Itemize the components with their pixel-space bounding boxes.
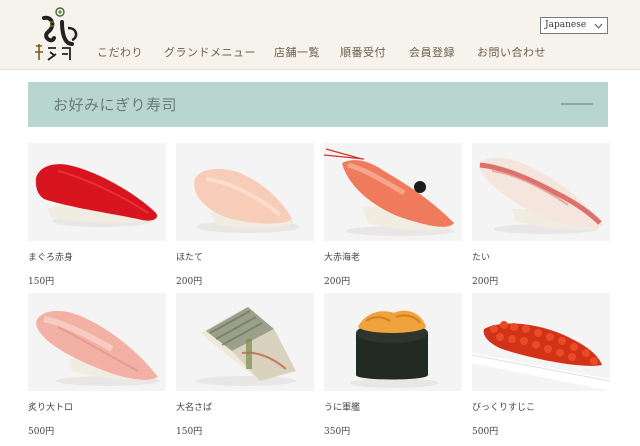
- hotate-photo: [176, 143, 314, 241]
- uni-gunkan-photo: [324, 293, 462, 391]
- menu-item-name: まぐろ赤身: [28, 253, 74, 263]
- menu-item[interactable]: 大赤海老 200円: [324, 143, 462, 287]
- tai-photo: [472, 143, 610, 241]
- nav-item-grand-menu[interactable]: グランドメニュー: [164, 44, 256, 60]
- menu-item-name: 大赤海老: [324, 253, 361, 263]
- nav-item-contact[interactable]: お問い合わせ: [477, 44, 546, 60]
- daimyo-saba-photo: [176, 293, 314, 391]
- menu-item-name: ほたて: [176, 253, 204, 263]
- menu-item-name: たい: [472, 253, 491, 263]
- menu-item[interactable]: たい 200円: [472, 143, 610, 287]
- menu-item-name: うに軍艦: [324, 403, 361, 413]
- language-select[interactable]: Japanese: [540, 17, 608, 34]
- section-banner: お好みにぎり寿司: [28, 82, 608, 127]
- menu-item-price: 200円: [176, 277, 203, 287]
- menu-item-name: 炙り大トロ: [28, 403, 74, 413]
- chevron-down-icon: [594, 21, 603, 29]
- menu-item-price: 350円: [324, 427, 351, 437]
- aburi-ootoro-photo: [28, 293, 166, 391]
- nav-item-store-list[interactable]: 店舗一覧: [274, 44, 320, 60]
- maguro-akami-photo: [28, 143, 166, 241]
- nav-item-member-registration[interactable]: 会員登録: [409, 44, 455, 60]
- menu-item[interactable]: びっくりすじこ 500円: [472, 293, 610, 437]
- nav-item-kodawari[interactable]: こだわり: [97, 44, 143, 60]
- menu-item-price: 500円: [28, 427, 55, 437]
- ooaka-ebi-photo: [324, 143, 462, 241]
- banner-divider: [561, 103, 593, 105]
- menu-item[interactable]: うに軍艦 350円: [324, 293, 462, 437]
- menu-item[interactable]: まぐろ赤身 150円: [28, 143, 166, 287]
- menu-item-price: 150円: [28, 277, 55, 287]
- language-select-value: Japanese: [545, 20, 587, 30]
- menu-item-price: 150円: [176, 427, 203, 437]
- menu-item-price: 200円: [472, 277, 499, 287]
- menu-item-price: 500円: [472, 427, 499, 437]
- menu-item[interactable]: ほたて 200円: [176, 143, 314, 287]
- menu-item-name: 大名さば: [176, 403, 213, 413]
- sushi-logo[interactable]: [28, 4, 84, 66]
- section-title: お好みにぎり寿司: [53, 96, 178, 114]
- menu-item-name: びっくりすじこ: [472, 403, 536, 413]
- bikkuri-sujiko-photo: [472, 293, 610, 391]
- site-header: こだわり グランドメニュー 店舗一覧 順番受付 会員登録 お問い合わせ Japa…: [0, 0, 640, 70]
- nav-item-queue[interactable]: 順番受付: [340, 44, 386, 60]
- menu-item[interactable]: 炙り大トロ 500円: [28, 293, 166, 437]
- menu-item-price: 200円: [324, 277, 351, 287]
- menu-item[interactable]: 大名さば 150円: [176, 293, 314, 437]
